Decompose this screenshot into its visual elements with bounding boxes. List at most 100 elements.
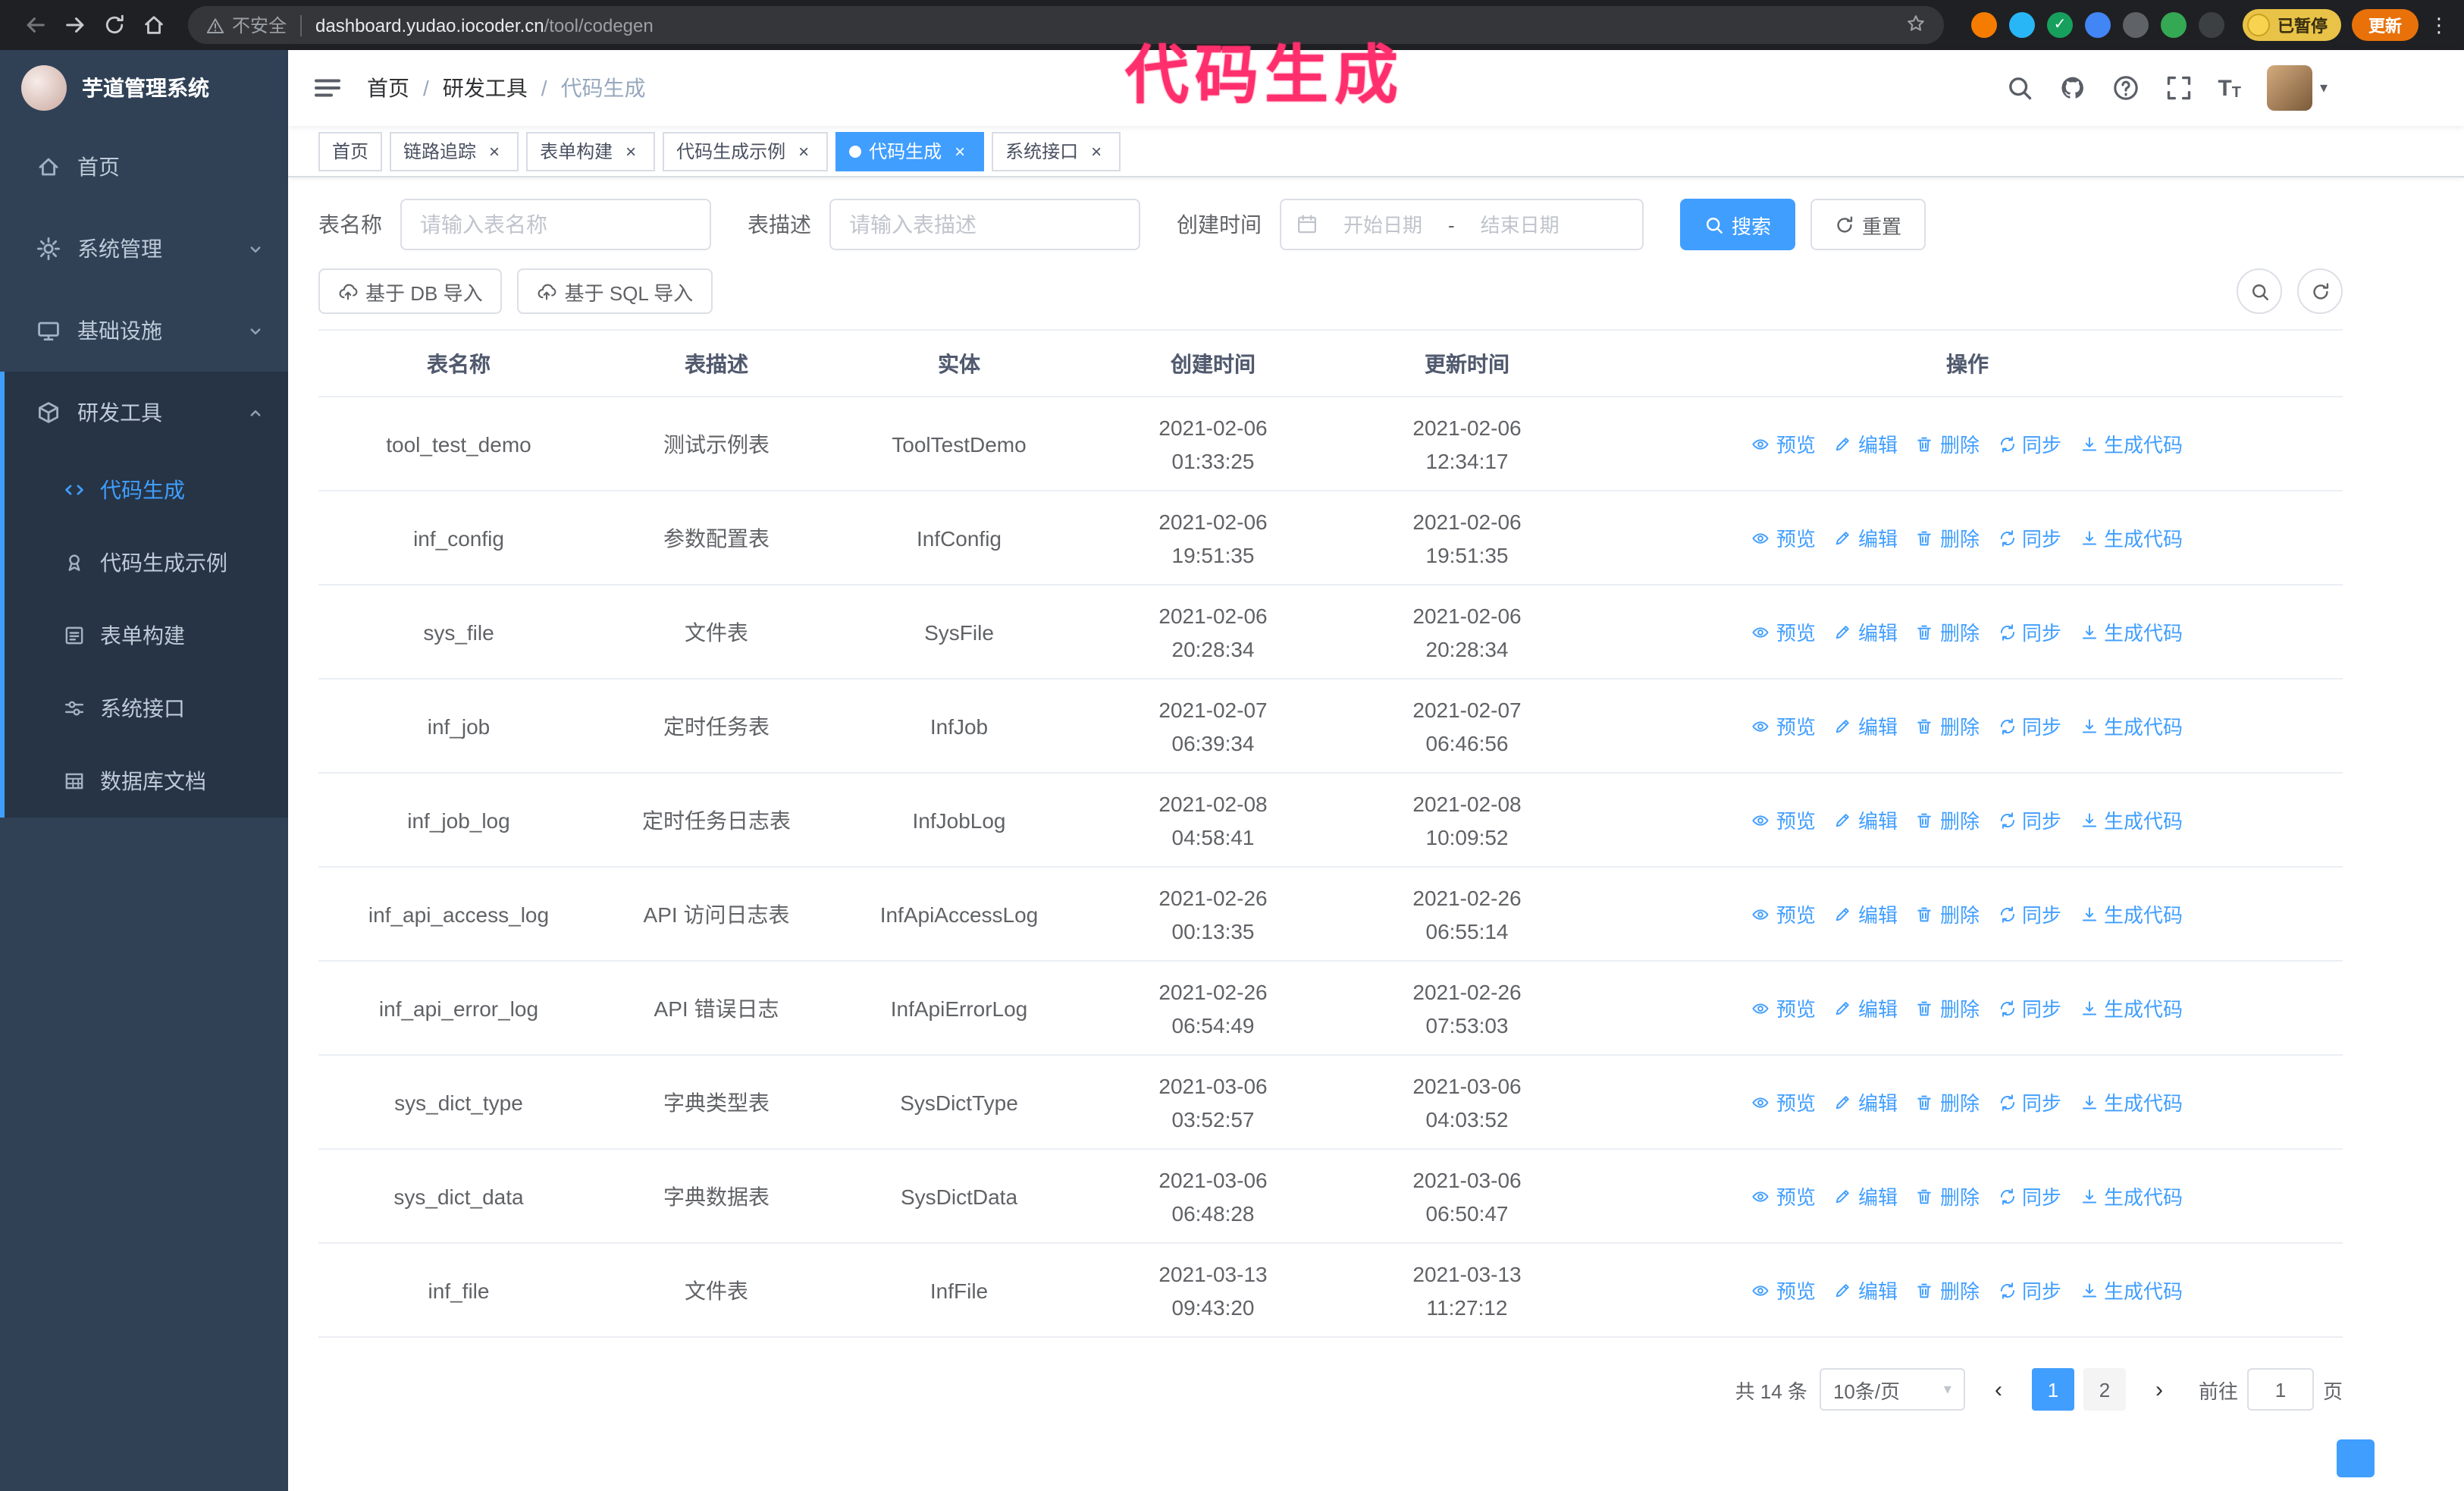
edit-link[interactable]: 编辑 <box>1834 617 1898 646</box>
sync-link[interactable]: 同步 <box>1998 617 2061 646</box>
font-size-icon[interactable]: TT <box>2218 75 2241 101</box>
sync-link[interactable]: 同步 <box>1998 805 2061 834</box>
preview-link[interactable]: 预览 <box>1752 1276 1816 1304</box>
generate-code-link[interactable]: 生成代码 <box>2080 899 2183 928</box>
import-db-button[interactable]: 基于 DB 导入 <box>318 268 503 314</box>
browser-forward-button[interactable] <box>55 5 94 45</box>
browser-home-button[interactable] <box>133 5 173 45</box>
delete-link[interactable]: 删除 <box>1916 429 1980 458</box>
browser-back-button[interactable] <box>15 5 55 45</box>
address-bar[interactable]: 不安全 dashboard.yudao.iocoder.cn/tool/code… <box>188 6 1944 44</box>
preview-link[interactable]: 预览 <box>1752 899 1816 928</box>
preview-link[interactable]: 预览 <box>1752 1182 1816 1210</box>
edit-link[interactable]: 编辑 <box>1834 899 1898 928</box>
sync-link[interactable]: 同步 <box>1998 711 2061 740</box>
search-button[interactable]: 搜索 <box>1680 199 1796 250</box>
bookmark-star-icon[interactable] <box>1906 13 1926 37</box>
tab[interactable]: 首页 <box>318 131 383 171</box>
tab-close-icon[interactable]: × <box>949 140 970 162</box>
extension-icon-6[interactable] <box>2161 12 2187 38</box>
table-name-input[interactable] <box>400 199 711 250</box>
sync-link[interactable]: 同步 <box>1998 993 2061 1022</box>
generate-code-link[interactable]: 生成代码 <box>2080 429 2183 458</box>
delete-link[interactable]: 删除 <box>1916 523 1980 552</box>
tab[interactable]: 链路追踪 × <box>390 131 519 171</box>
sidebar-subitem-form-builder[interactable]: 表单构建 <box>0 599 288 672</box>
tab[interactable]: 代码生成 × <box>835 131 985 171</box>
preview-link[interactable]: 预览 <box>1752 617 1816 646</box>
extension-icon-5[interactable] <box>2123 12 2149 38</box>
generate-code-link[interactable]: 生成代码 <box>2080 1276 2183 1304</box>
extension-icon-7[interactable] <box>2199 12 2224 38</box>
sidebar-subitem-db-docs[interactable]: 数据库文档 <box>0 745 288 818</box>
sync-link[interactable]: 同步 <box>1998 1276 2061 1304</box>
start-date-input[interactable] <box>1325 213 1440 236</box>
next-page-button[interactable]: › <box>2138 1368 2180 1411</box>
edit-link[interactable]: 编辑 <box>1834 523 1898 552</box>
delete-link[interactable]: 删除 <box>1916 993 1980 1022</box>
page-button-1[interactable]: 1 <box>2031 1368 2074 1411</box>
sync-link[interactable]: 同步 <box>1998 1088 2061 1116</box>
extension-icon-4[interactable] <box>2085 12 2111 38</box>
tab-close-icon[interactable]: × <box>620 140 641 162</box>
preview-link[interactable]: 预览 <box>1752 429 1816 458</box>
tab[interactable]: 代码生成示例 × <box>663 131 829 171</box>
sync-link[interactable]: 同步 <box>1998 429 2061 458</box>
sidebar-item-devtools[interactable]: 研发工具 <box>0 372 288 454</box>
preview-link[interactable]: 预览 <box>1752 523 1816 552</box>
app-logo[interactable]: 芋道管理系统 <box>0 50 288 126</box>
edit-link[interactable]: 编辑 <box>1834 805 1898 834</box>
profile-paused-badge[interactable]: 已暂停 <box>2243 9 2341 41</box>
tab-close-icon[interactable]: × <box>1086 140 1107 162</box>
goto-page-input[interactable] <box>2246 1368 2314 1411</box>
sync-link[interactable]: 同步 <box>1998 899 2061 928</box>
browser-menu-icon[interactable]: ⋮ <box>2429 13 2449 37</box>
generate-code-link[interactable]: 生成代码 <box>2080 1182 2183 1210</box>
generate-code-link[interactable]: 生成代码 <box>2080 993 2183 1022</box>
preview-link[interactable]: 预览 <box>1752 993 1816 1022</box>
end-date-input[interactable] <box>1462 213 1578 236</box>
user-avatar-menu[interactable]: ▾ <box>2266 65 2328 111</box>
preview-link[interactable]: 预览 <box>1752 805 1816 834</box>
tab-close-icon[interactable]: × <box>484 140 505 162</box>
help-icon[interactable] <box>2111 74 2139 102</box>
tab-close-icon[interactable]: × <box>793 140 814 162</box>
search-icon[interactable] <box>2005 74 2033 102</box>
extension-icon-3[interactable]: ✓ <box>2047 12 2073 38</box>
edit-link[interactable]: 编辑 <box>1834 993 1898 1022</box>
table-desc-input[interactable] <box>829 199 1140 250</box>
sidebar-subitem-system-api[interactable]: 系统接口 <box>0 672 288 745</box>
sidebar-subitem-codegen-example[interactable]: 代码生成示例 <box>0 526 288 599</box>
fullscreen-icon[interactable] <box>2165 74 2192 102</box>
edit-link[interactable]: 编辑 <box>1834 1088 1898 1116</box>
reset-button[interactable]: 重置 <box>1810 199 1926 250</box>
extension-icon-2[interactable] <box>2009 12 2035 38</box>
generate-code-link[interactable]: 生成代码 <box>2080 617 2183 646</box>
prev-page-button[interactable]: ‹ <box>1977 1368 2020 1411</box>
sidebar-subitem-codegen[interactable]: 代码生成 <box>0 454 288 526</box>
generate-code-link[interactable]: 生成代码 <box>2080 805 2183 834</box>
toggle-search-button[interactable] <box>2237 268 2282 314</box>
create-time-range-picker[interactable]: - <box>1280 199 1644 250</box>
sync-link[interactable]: 同步 <box>1998 1182 2061 1210</box>
edit-link[interactable]: 编辑 <box>1834 1276 1898 1304</box>
page-button-2[interactable]: 2 <box>2083 1368 2126 1411</box>
generate-code-link[interactable]: 生成代码 <box>2080 1088 2183 1116</box>
breadcrumb-item-home[interactable]: 首页 <box>367 73 409 103</box>
delete-link[interactable]: 删除 <box>1916 899 1980 928</box>
hamburger-icon[interactable] <box>312 73 343 103</box>
edit-link[interactable]: 编辑 <box>1834 1182 1898 1210</box>
browser-reload-button[interactable] <box>94 5 133 45</box>
sidebar-item-system-management[interactable]: 系统管理 <box>0 208 288 290</box>
delete-link[interactable]: 删除 <box>1916 1276 1980 1304</box>
browser-update-button[interactable]: 更新 <box>2352 9 2419 41</box>
delete-link[interactable]: 删除 <box>1916 1182 1980 1210</box>
corner-float-button[interactable] <box>2337 1439 2375 1477</box>
tab[interactable]: 表单构建 × <box>526 131 656 171</box>
page-size-select[interactable]: 10条/页 ▾ <box>1819 1368 1965 1411</box>
delete-link[interactable]: 删除 <box>1916 617 1980 646</box>
edit-link[interactable]: 编辑 <box>1834 429 1898 458</box>
tab[interactable]: 系统接口 × <box>992 131 1121 171</box>
sync-link[interactable]: 同步 <box>1998 523 2061 552</box>
preview-link[interactable]: 预览 <box>1752 1088 1816 1116</box>
